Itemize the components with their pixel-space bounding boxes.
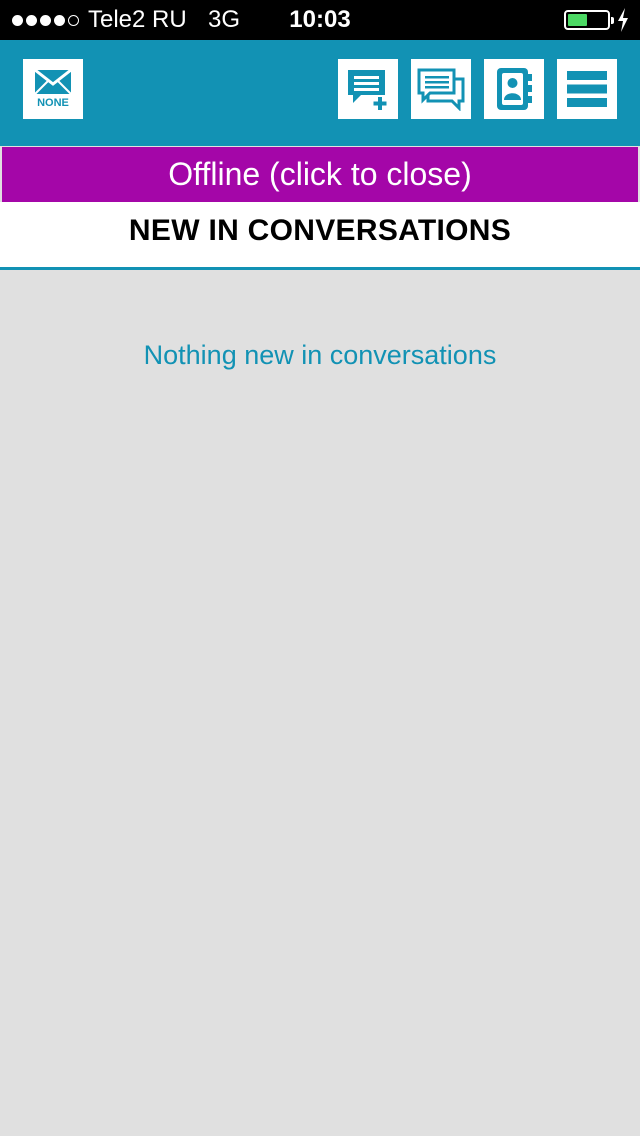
status-time: 10:03 bbox=[289, 6, 351, 33]
empty-state-message: Nothing new in conversations bbox=[143, 340, 497, 370]
charging-bolt-icon bbox=[618, 8, 628, 32]
page-title: NEW IN CONVERSATIONS bbox=[128, 214, 512, 247]
new-message-button[interactable] bbox=[338, 59, 398, 119]
contacts-icon bbox=[497, 68, 532, 110]
section-header: NEW IN CONVERSATIONS bbox=[0, 202, 640, 267]
menu-icon bbox=[567, 71, 607, 107]
new-message-icon bbox=[348, 70, 387, 110]
app-toolbar: NONE bbox=[0, 40, 640, 146]
menu-button[interactable] bbox=[557, 59, 617, 119]
envelope-icon bbox=[34, 69, 72, 95]
status-bar: Tele2 RU 3G 10:03 bbox=[0, 0, 640, 40]
mail-status-label: NONE bbox=[37, 97, 69, 109]
mail-button[interactable]: NONE bbox=[23, 59, 83, 119]
battery-level bbox=[568, 14, 587, 26]
conversations-icon bbox=[417, 68, 465, 111]
conversations-button[interactable] bbox=[411, 59, 471, 119]
battery-icon bbox=[564, 10, 614, 30]
conversation-list: Nothing new in conversations bbox=[0, 270, 640, 1136]
offline-banner[interactable]: Offline (click to close) bbox=[2, 147, 638, 202]
contacts-button[interactable] bbox=[484, 59, 544, 119]
battery-nub bbox=[611, 17, 614, 24]
